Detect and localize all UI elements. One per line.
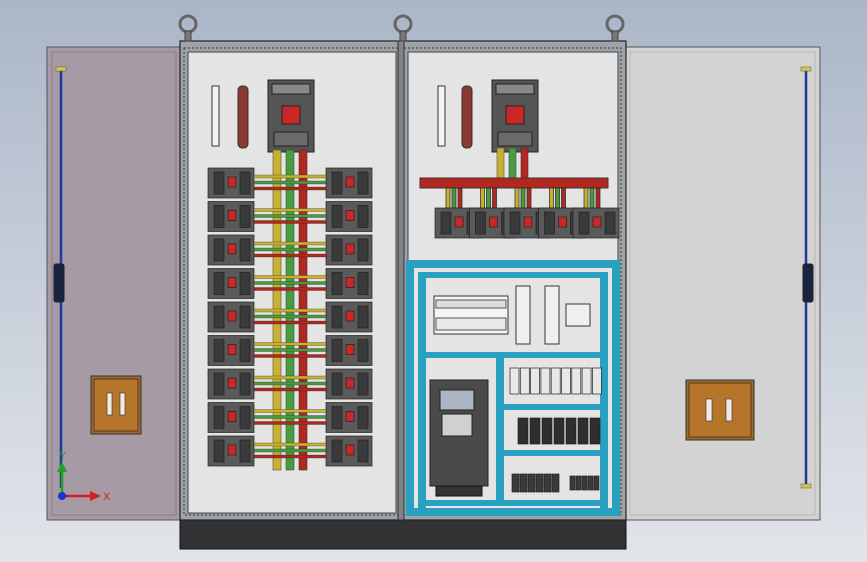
- frequency-inverter[interactable]: [429, 379, 489, 497]
- contactor-8[interactable]: [581, 367, 592, 395]
- left-branch-breaker-3-b[interactable]: [325, 234, 373, 266]
- left-branch-breaker-2-a[interactable]: [207, 201, 255, 232]
- left-door[interactable]: [46, 46, 182, 521]
- cabinet-plinth: [179, 518, 627, 550]
- contactor-row[interactable]: [509, 367, 602, 395]
- left-branch-breaker-5-a[interactable]: [207, 301, 255, 333]
- lifting-eye-center: [393, 14, 413, 42]
- right-terminal-strip: [437, 85, 446, 147]
- terminal-block-b-3[interactable]: [581, 475, 588, 491]
- left-branch-breaker-2-b[interactable]: [325, 201, 373, 232]
- contactor-4[interactable]: [540, 367, 551, 395]
- terminal-block-b-5[interactable]: [593, 475, 600, 491]
- right-door-handle[interactable]: [685, 379, 755, 441]
- left-main-breaker[interactable]: [267, 79, 315, 153]
- left-terminal-strip: [211, 85, 220, 147]
- left-branch-breaker-8-b[interactable]: [325, 402, 373, 433]
- left-door-handle[interactable]: [90, 375, 142, 435]
- power-supply-2[interactable]: [544, 285, 560, 345]
- left-branch-breaker-1-a[interactable]: [207, 167, 255, 199]
- plc-module[interactable]: [433, 295, 509, 335]
- left-branch-breaker-6-a[interactable]: [207, 335, 255, 366]
- contactor-7[interactable]: [571, 367, 582, 395]
- horizontal-busbar: [419, 177, 609, 189]
- right-busbar-stubs: [496, 147, 529, 181]
- contactor-6[interactable]: [561, 367, 571, 395]
- relay-2[interactable]: [529, 417, 541, 445]
- lifting-eye-left: [178, 14, 198, 42]
- terminal-block-a-6[interactable]: [551, 473, 560, 493]
- relay-row[interactable]: [517, 417, 601, 445]
- terminal-block-a-5[interactable]: [543, 473, 552, 493]
- left-busbar-bracket: [237, 85, 249, 149]
- right-busbar-bracket: [461, 85, 473, 149]
- terminal-block-b-1[interactable]: [569, 475, 576, 491]
- power-supply-1[interactable]: [515, 285, 531, 345]
- terminal-block-b-2[interactable]: [575, 475, 582, 491]
- relay-5[interactable]: [565, 417, 577, 445]
- relay-6[interactable]: [577, 417, 589, 445]
- cabinet-assembly-drawing: X Y: [46, 14, 821, 550]
- relay-3[interactable]: [541, 417, 553, 445]
- y-axis-label: Y: [59, 450, 67, 462]
- contactor-2[interactable]: [519, 367, 530, 395]
- left-branch-breaker-5-b[interactable]: [325, 301, 373, 333]
- contactor-5[interactable]: [550, 367, 561, 395]
- lifting-eye-right: [605, 14, 625, 42]
- terminal-block-a-3[interactable]: [527, 473, 536, 493]
- contactor-3[interactable]: [530, 367, 540, 395]
- terminal-block-row[interactable]: [511, 473, 600, 493]
- left-branch-breaker-7-b[interactable]: [325, 368, 373, 400]
- relay-1[interactable]: [517, 417, 529, 445]
- cad-viewport[interactable]: X Y: [0, 0, 867, 562]
- x-axis-label: X: [103, 491, 111, 503]
- relay-4[interactable]: [553, 417, 565, 445]
- contactor-9[interactable]: [592, 367, 602, 395]
- left-branch-breaker-1-b[interactable]: [325, 167, 373, 199]
- relay-7[interactable]: [589, 417, 601, 445]
- left-branch-breaker-9-a[interactable]: [207, 435, 255, 467]
- terminal-block-a-4[interactable]: [535, 473, 544, 493]
- contactor-1[interactable]: [509, 367, 520, 395]
- right-main-breaker[interactable]: [491, 79, 539, 153]
- terminal-block-b-4[interactable]: [587, 475, 594, 491]
- terminal-block-a-1[interactable]: [511, 473, 520, 493]
- right-feeder-breaker-5[interactable]: [572, 207, 620, 239]
- left-branch-breaker-7-a[interactable]: [207, 368, 255, 400]
- left-branch-breaker-8-a[interactable]: [207, 402, 255, 433]
- left-branch-breaker-4-a[interactable]: [207, 268, 255, 299]
- left-branch-breaker-6-b[interactable]: [325, 335, 373, 366]
- left-branch-breaker-3-a[interactable]: [207, 234, 255, 266]
- terminal-block-a-2[interactable]: [519, 473, 528, 493]
- left-branch-breaker-9-b[interactable]: [325, 435, 373, 467]
- relay-block[interactable]: [565, 303, 591, 327]
- right-door[interactable]: [624, 46, 821, 521]
- left-branch-breaker-4-b[interactable]: [325, 268, 373, 299]
